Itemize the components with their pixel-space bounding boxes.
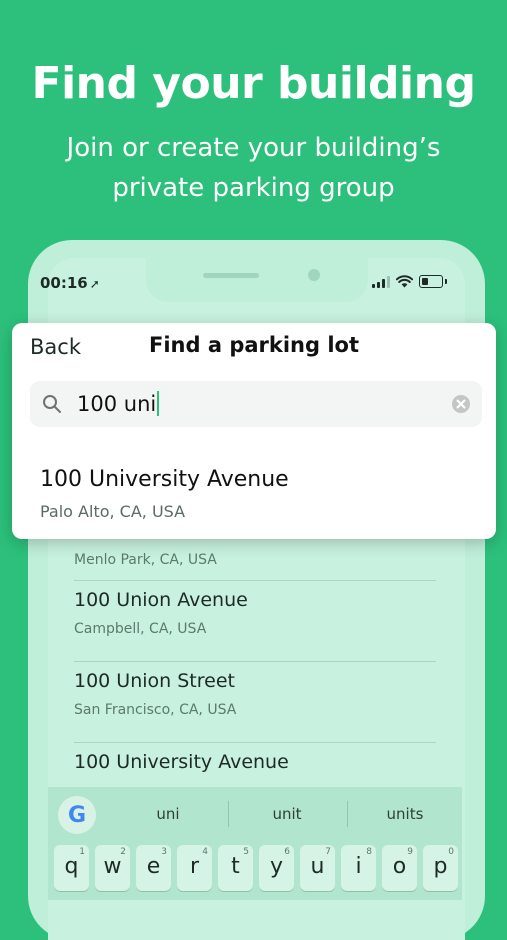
key-letter: r — [189, 854, 200, 879]
google-logo-letter: G — [67, 802, 87, 828]
results-list: Menlo Park, CA, USA 100 Union Avenue Cam… — [74, 520, 436, 823]
key-letter: o — [392, 854, 407, 879]
signal-icon — [372, 275, 390, 288]
list-item[interactable]: 100 Union Street San Francisco, CA, USA — [74, 662, 436, 743]
key-r[interactable]: 4r — [177, 845, 212, 891]
status-time-text: 00:16 — [40, 274, 88, 292]
google-logo-icon[interactable]: G — [58, 796, 96, 834]
key-letter: y — [269, 854, 284, 879]
key-e[interactable]: 3e — [136, 845, 171, 891]
key-letter: q — [64, 854, 79, 879]
search-icon — [43, 395, 61, 413]
key-letter: t — [231, 854, 240, 879]
key-letter: p — [433, 854, 448, 879]
speaker-grille — [203, 273, 259, 278]
status-icons — [372, 275, 447, 288]
key-letter: i — [355, 854, 362, 879]
status-time: 00:16 ➚ — [40, 274, 100, 292]
battery-icon — [419, 275, 443, 288]
list-item-location: Menlo Park, CA, USA — [74, 552, 217, 568]
suggestion-2[interactable]: unit — [228, 805, 346, 823]
text-caret — [157, 391, 160, 416]
key-t[interactable]: 5t — [218, 845, 253, 891]
keyboard: G uni unit units 1q 2w 3e 4r 5t 6y 7u 8i… — [48, 787, 462, 900]
hero-title: Find your building — [31, 58, 476, 109]
hero-subtitle: Join or create your building’s private p… — [66, 133, 441, 203]
key-u[interactable]: 7u — [300, 845, 335, 891]
top-result-name: 100 University Avenue — [40, 467, 289, 492]
top-result-location: Palo Alto, CA, USA — [40, 502, 186, 521]
card-title: Find a parking lot — [149, 333, 359, 357]
key-p[interactable]: 0p — [423, 845, 458, 891]
list-item-name: 100 University Avenue — [74, 751, 289, 773]
top-result-item[interactable]: 100 University Avenue Palo Alto, CA, USA — [40, 467, 468, 521]
key-letter: w — [103, 854, 122, 879]
keyboard-row-1: 1q 2w 3e 4r 5t 6y 7u 8i 9o 0p — [54, 845, 458, 891]
list-item-name: 100 Union Street — [74, 670, 235, 692]
search-input[interactable]: 100 uni — [30, 381, 482, 427]
key-letter: e — [146, 854, 161, 879]
list-item[interactable]: 100 Union Avenue Campbell, CA, USA — [74, 581, 436, 662]
camera-dot — [308, 269, 320, 281]
search-input-text: 100 uni — [77, 391, 160, 416]
phone-notch — [146, 258, 368, 302]
battery-tip — [445, 279, 447, 284]
search-input-value: 100 uni — [77, 392, 157, 416]
suggestion-1[interactable]: uni — [109, 805, 227, 823]
suggestion-bar: G uni unit units — [48, 787, 462, 841]
key-letter: u — [310, 854, 325, 879]
clear-icon[interactable] — [452, 395, 470, 413]
key-q[interactable]: 1q — [54, 845, 89, 891]
location-arrow-icon: ➚ — [89, 277, 100, 291]
key-o[interactable]: 9o — [382, 845, 417, 891]
key-y[interactable]: 6y — [259, 845, 294, 891]
key-w[interactable]: 2w — [95, 845, 130, 891]
key-i[interactable]: 8i — [341, 845, 376, 891]
list-item-name: 100 Union Avenue — [74, 589, 248, 611]
wifi-icon — [396, 275, 413, 288]
search-card: Back Find a parking lot 100 uni 100 Univ… — [12, 323, 496, 539]
list-item-location: San Francisco, CA, USA — [74, 702, 237, 718]
suggestion-3[interactable]: units — [346, 805, 462, 823]
list-item-location: Campbell, CA, USA — [74, 621, 207, 637]
